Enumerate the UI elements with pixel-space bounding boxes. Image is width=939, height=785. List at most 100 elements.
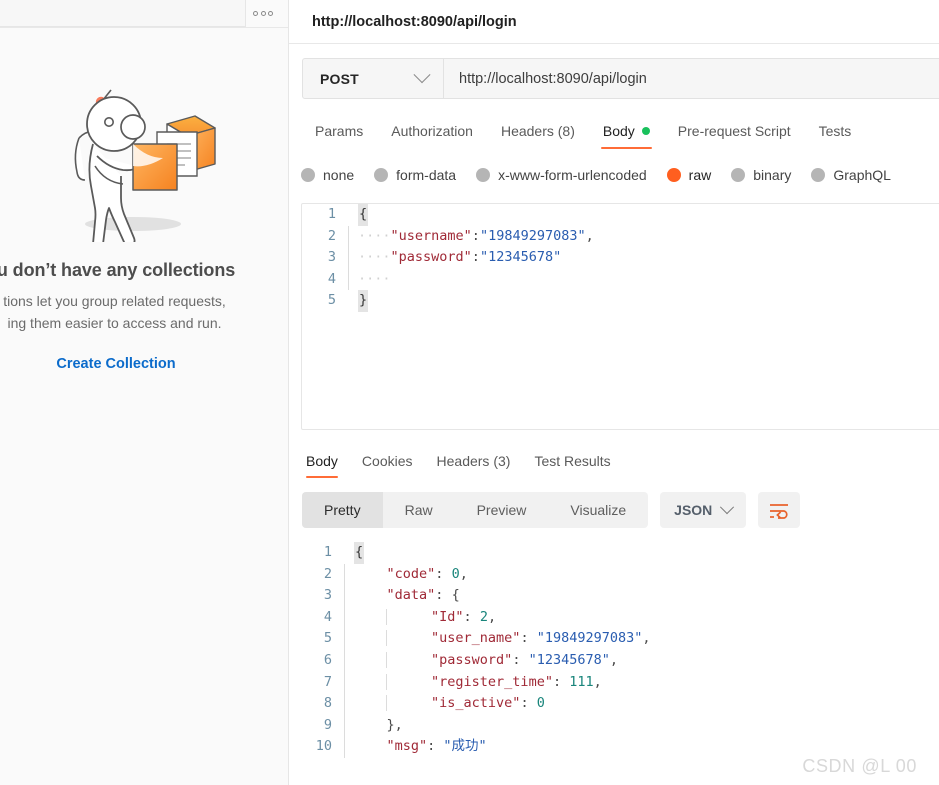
json-key: "code" <box>386 565 436 582</box>
view-mode-raw[interactable]: Raw <box>383 492 455 528</box>
json-sep: : <box>463 608 480 625</box>
json-brace-close: }, <box>386 716 403 733</box>
http-method-select[interactable]: POST <box>303 59 444 98</box>
body-type-none[interactable]: none <box>301 167 374 183</box>
json-brace: { <box>451 587 460 604</box>
line-number: 5 <box>327 292 336 309</box>
line-number: 1 <box>327 206 336 222</box>
indent-dots: ···· <box>358 227 391 244</box>
tab-authorization[interactable]: Authorization <box>377 123 487 149</box>
response-tab-headers[interactable]: Headers (3) <box>425 453 523 478</box>
create-collection-link[interactable]: Create Collection <box>56 356 175 372</box>
code-line: 3 "data": { <box>289 585 939 607</box>
body-type-none-label: none <box>323 167 355 183</box>
json-string: "19849297083" <box>479 227 586 244</box>
response-tab-test-results-label: Test Results <box>534 453 611 469</box>
url-input[interactable]: http://localhost:8090/api/login <box>444 59 939 98</box>
code-line: 6 "password": "12345678", <box>289 649 939 672</box>
response-tab-body[interactable]: Body <box>301 453 350 478</box>
view-mode-visualize[interactable]: Visualize <box>548 492 648 528</box>
tab-tests-label: Tests <box>818 123 852 139</box>
sidebar-toolbar-panel <box>0 0 246 27</box>
json-string: "12345678" <box>479 249 562 266</box>
code-line: 8 "is_active": 0 <box>289 693 939 715</box>
response-tab-headers-label: Headers (3) <box>436 453 511 469</box>
json-comma: , <box>642 630 651 647</box>
view-mode-preview[interactable]: Preview <box>455 492 549 528</box>
fold-marker-close[interactable]: } <box>358 290 369 312</box>
response-view-mode-group: Pretty Raw Preview Visualize <box>302 492 649 528</box>
line-number: 4 <box>323 608 332 625</box>
json-sep: : <box>427 738 444 755</box>
radio-icon-none <box>301 168 315 182</box>
json-sep: : <box>471 227 480 244</box>
json-number: 2 <box>479 608 488 625</box>
empty-collections-desc-line2: ing them easier to access and run. <box>7 315 222 331</box>
view-mode-pretty-label: Pretty <box>324 502 361 518</box>
request-title-bar: http://localhost:8090/api/login <box>289 0 939 44</box>
response-tabs: Body Cookies Headers (3) Test Results <box>289 446 939 478</box>
more-options-icon[interactable] <box>245 2 281 24</box>
json-key: "password" <box>390 249 472 266</box>
request-title: http://localhost:8090/api/login <box>312 13 517 30</box>
json-key: "user_name" <box>431 630 521 647</box>
json-comma: , <box>459 565 468 582</box>
empty-collections-state: u don’t have any collections tions let y… <box>0 28 288 785</box>
code-line: 2 "code": 0, <box>289 563 939 586</box>
response-format-select[interactable]: JSON <box>660 492 747 528</box>
chevron-down-icon <box>720 500 735 515</box>
chevron-down-icon <box>413 65 431 83</box>
json-comma: , <box>609 651 618 668</box>
view-mode-raw-label: Raw <box>404 502 433 518</box>
json-number: 0 <box>451 565 460 582</box>
dot-2 <box>260 10 266 16</box>
body-type-binary[interactable]: binary <box>731 167 811 183</box>
word-wrap-button[interactable] <box>758 492 801 528</box>
body-type-graphql[interactable]: GraphQL <box>811 167 911 183</box>
json-key: "password" <box>431 651 513 668</box>
tab-tests[interactable]: Tests <box>805 123 866 149</box>
request-body-code: 1 { 2 ····"username":"19849297083", 3 ··… <box>302 204 939 312</box>
response-tab-cookies[interactable]: Cookies <box>350 453 425 478</box>
fold-marker-open[interactable]: { <box>358 204 369 226</box>
code-line: 1 { <box>289 542 939 564</box>
view-mode-pretty[interactable]: Pretty <box>302 492 383 528</box>
tab-pre-request-script[interactable]: Pre-request Script <box>664 123 805 149</box>
dot-3 <box>268 10 273 16</box>
response-tab-test-results[interactable]: Test Results <box>522 453 622 478</box>
json-sep: : <box>471 249 480 266</box>
json-key: "data" <box>386 587 436 604</box>
tab-body[interactable]: Body <box>589 123 664 149</box>
response-body-viewer[interactable]: 1 { 2 "code": 0, 3 "data": { 4 "Id": 2, <box>289 542 939 782</box>
body-type-raw[interactable]: raw <box>666 167 732 183</box>
body-type-form-data[interactable]: form-data <box>374 167 476 183</box>
tab-params[interactable]: Params <box>301 123 377 149</box>
code-line: 2 ····"username":"19849297083", <box>302 225 939 248</box>
radio-icon-graphql <box>811 168 826 182</box>
radio-icon-raw <box>666 168 681 182</box>
line-number: 8 <box>323 695 332 712</box>
response-format-label: JSON <box>674 502 713 518</box>
body-type-form-data-label: form-data <box>396 167 457 183</box>
request-tabs: Params Authorization Headers (8) Body Pr… <box>289 115 939 149</box>
json-sep: : <box>520 630 537 647</box>
collections-sidebar: u don’t have any collections tions let y… <box>0 0 289 785</box>
code-line: 4 ···· <box>302 268 939 291</box>
sidebar-toolbar <box>0 0 288 28</box>
line-number: 1 <box>323 544 332 560</box>
body-type-binary-label: binary <box>753 167 792 183</box>
empty-collections-desc-line1: tions let you group related requests, <box>3 293 226 309</box>
body-type-raw-label: raw <box>688 167 712 183</box>
code-line: 7 "register_time": 111, <box>289 671 939 694</box>
fold-marker-open[interactable]: { <box>354 542 365 564</box>
tab-headers[interactable]: Headers (8) <box>487 123 589 149</box>
body-type-urlencoded[interactable]: x-www-form-urlencoded <box>476 167 667 183</box>
code-line: 3 ····"password":"12345678" <box>302 247 939 269</box>
tab-authorization-label: Authorization <box>391 123 473 139</box>
postman-window: u don’t have any collections tions let y… <box>0 0 939 785</box>
json-key: "username" <box>390 227 472 244</box>
request-body-editor[interactable]: 1 { 2 ····"username":"19849297083", 3 ··… <box>301 203 939 430</box>
json-sep: : <box>435 565 452 582</box>
json-comma: , <box>593 673 602 690</box>
json-string: "19849297083" <box>536 630 643 647</box>
